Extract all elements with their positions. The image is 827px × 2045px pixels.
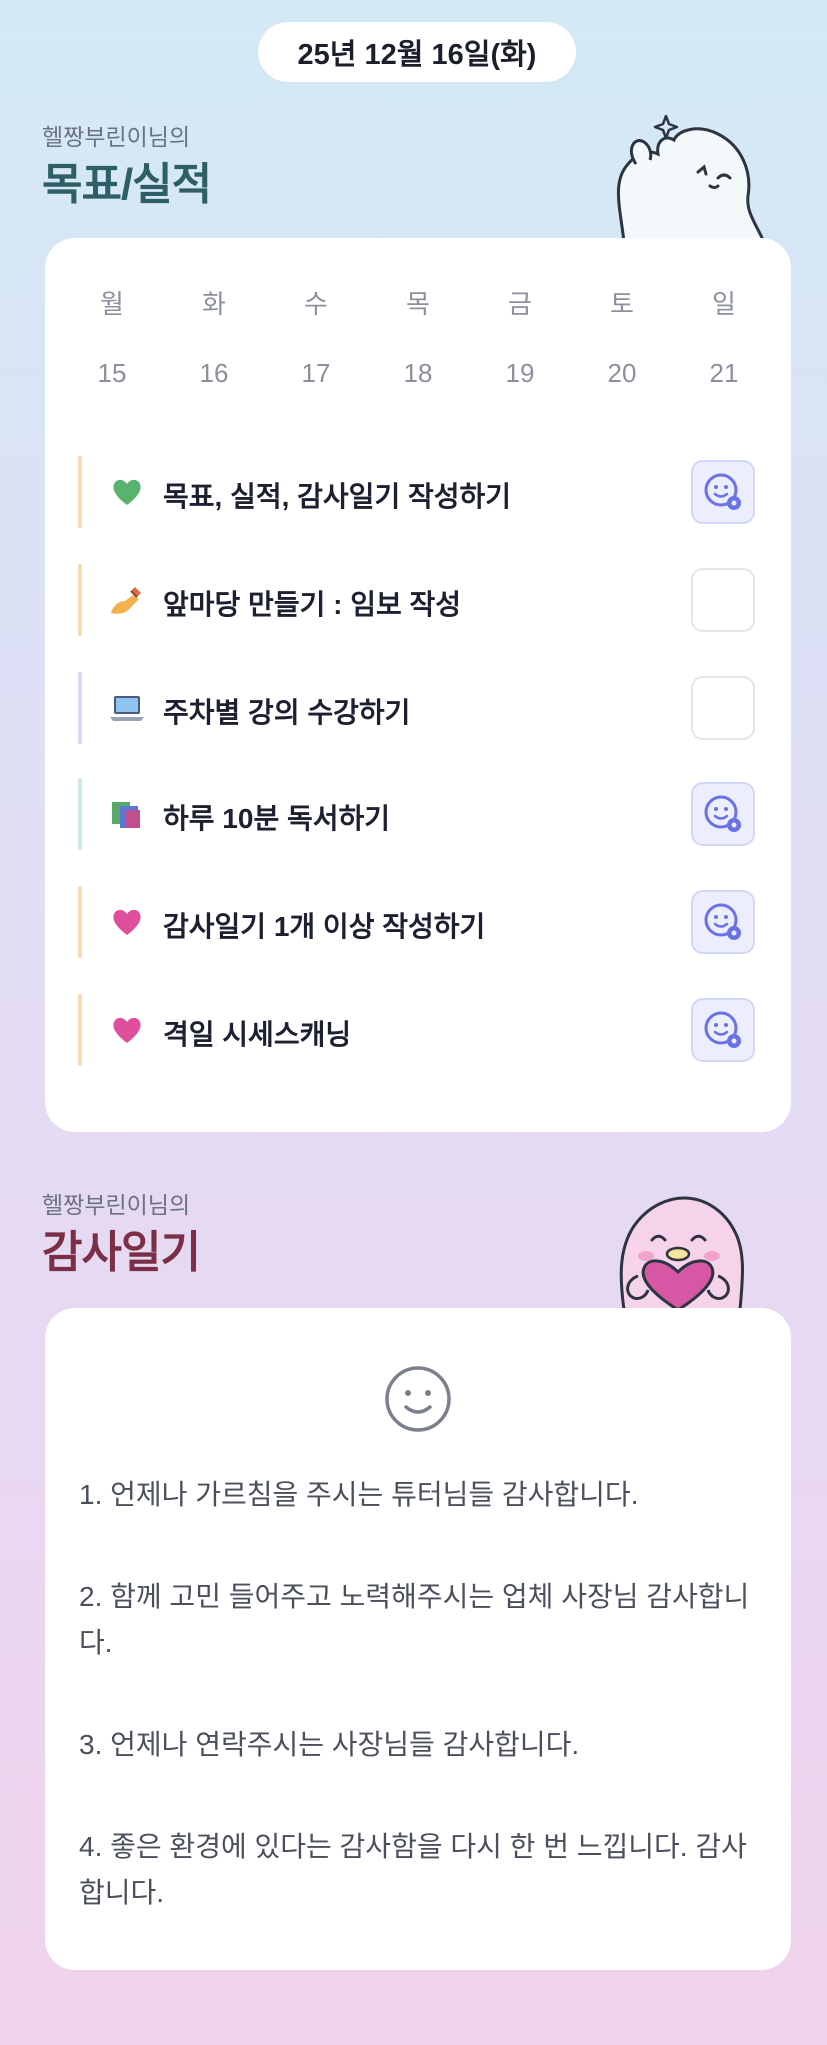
day-number[interactable]: 20 [592, 358, 652, 389]
goal-label: 격일 시세스캐닝 [163, 1019, 352, 1050]
goal-color-bar [78, 778, 82, 850]
weekday-label: 금 [508, 289, 532, 319]
thanks-card: 1. 언제나 가르침을 주시는 튜터님들 감사합니다. 2. 함께 고민 들어주… [45, 1308, 791, 1970]
day-number[interactable]: 17 [286, 358, 346, 389]
smile-face-icon [385, 1366, 451, 1432]
smile-check-icon [704, 1011, 741, 1048]
thanks-entry: 3. 언제나 연락주시는 사장님들 감사합니다. [79, 1729, 580, 1760]
goal-checkbox[interactable] [691, 998, 755, 1062]
thanks-entry: 1. 언제나 가르침을 주시는 튜터님들 감사합니다. [79, 1479, 639, 1510]
day-number[interactable]: 21 [694, 358, 754, 389]
goal-color-bar [78, 456, 82, 528]
goal-color-bar [78, 886, 82, 958]
day-number[interactable]: 16 [184, 358, 244, 389]
smile-check-icon [704, 903, 741, 940]
heart-hugging-mascot-icon [619, 1196, 744, 1310]
goal-checkbox[interactable] [691, 460, 755, 524]
thanks-entry: 4. 좋은 환경에 있다는 감사함을 다시 한 번 느낍니다. 감사합니다. [79, 1831, 747, 1908]
goals-owner-label: 헬짱부린이님의 [42, 124, 191, 150]
day-number[interactable]: 18 [388, 358, 448, 389]
pink-heart-icon [109, 1012, 145, 1048]
goal-checkbox[interactable] [691, 676, 755, 740]
day-number[interactable]: 19 [490, 358, 550, 389]
goals-card: 월 화 수 목 금 토 일 15 16 17 18 19 20 21 목표, 실… [45, 238, 791, 1132]
weekday-label: 목 [406, 289, 430, 319]
goal-color-bar [78, 994, 82, 1066]
goal-row: 격일 시세스캐닝 [45, 994, 791, 1066]
weekday-label: 일 [712, 289, 736, 319]
smile-check-icon [704, 473, 741, 510]
smile-check-icon [704, 795, 741, 832]
weekday-label: 화 [202, 289, 226, 319]
goals-section-title: 목표/실적 [42, 160, 212, 209]
ghost-mascot-icon [617, 114, 766, 242]
goal-color-bar [78, 564, 82, 636]
goal-label: 앞마당 만들기 : 임보 작성 [163, 589, 462, 620]
books-icon [109, 796, 145, 832]
goal-row: 목표, 실적, 감사일기 작성하기 [45, 456, 791, 528]
goal-row: 감사일기 1개 이상 작성하기 [45, 886, 791, 958]
weekday-label: 월 [100, 289, 124, 319]
goal-checkbox[interactable] [691, 890, 755, 954]
thanks-owner-label: 헬짱부린이님의 [42, 1192, 191, 1218]
green-heart-icon [109, 474, 145, 510]
pink-heart-icon [109, 904, 145, 940]
goal-label: 목표, 실적, 감사일기 작성하기 [163, 481, 512, 512]
goal-row: 앞마당 만들기 : 임보 작성 [45, 564, 791, 636]
goal-label: 하루 10분 독서하기 [163, 803, 391, 834]
goal-row: 주차별 강의 수강하기 [45, 672, 791, 744]
goal-label: 주차별 강의 수강하기 [163, 697, 411, 728]
thanks-section-title: 감사일기 [42, 1228, 201, 1277]
day-number[interactable]: 15 [82, 358, 142, 389]
weekday-label: 토 [610, 289, 634, 319]
thanks-entry: 2. 함께 고민 들어주고 노력해주시는 업체 사장님 감사합니다. [79, 1581, 750, 1658]
weekday-label: 수 [304, 289, 328, 319]
goal-color-bar [78, 672, 82, 744]
goal-label: 감사일기 1개 이상 작성하기 [163, 911, 486, 942]
laptop-icon [109, 690, 145, 726]
goal-row: 하루 10분 독서하기 [45, 778, 791, 850]
goal-checkbox[interactable] [691, 568, 755, 632]
writing-hand-icon [109, 582, 145, 618]
goal-checkbox[interactable] [691, 782, 755, 846]
date-badge: 25년 12월 16일(화) [258, 22, 576, 82]
